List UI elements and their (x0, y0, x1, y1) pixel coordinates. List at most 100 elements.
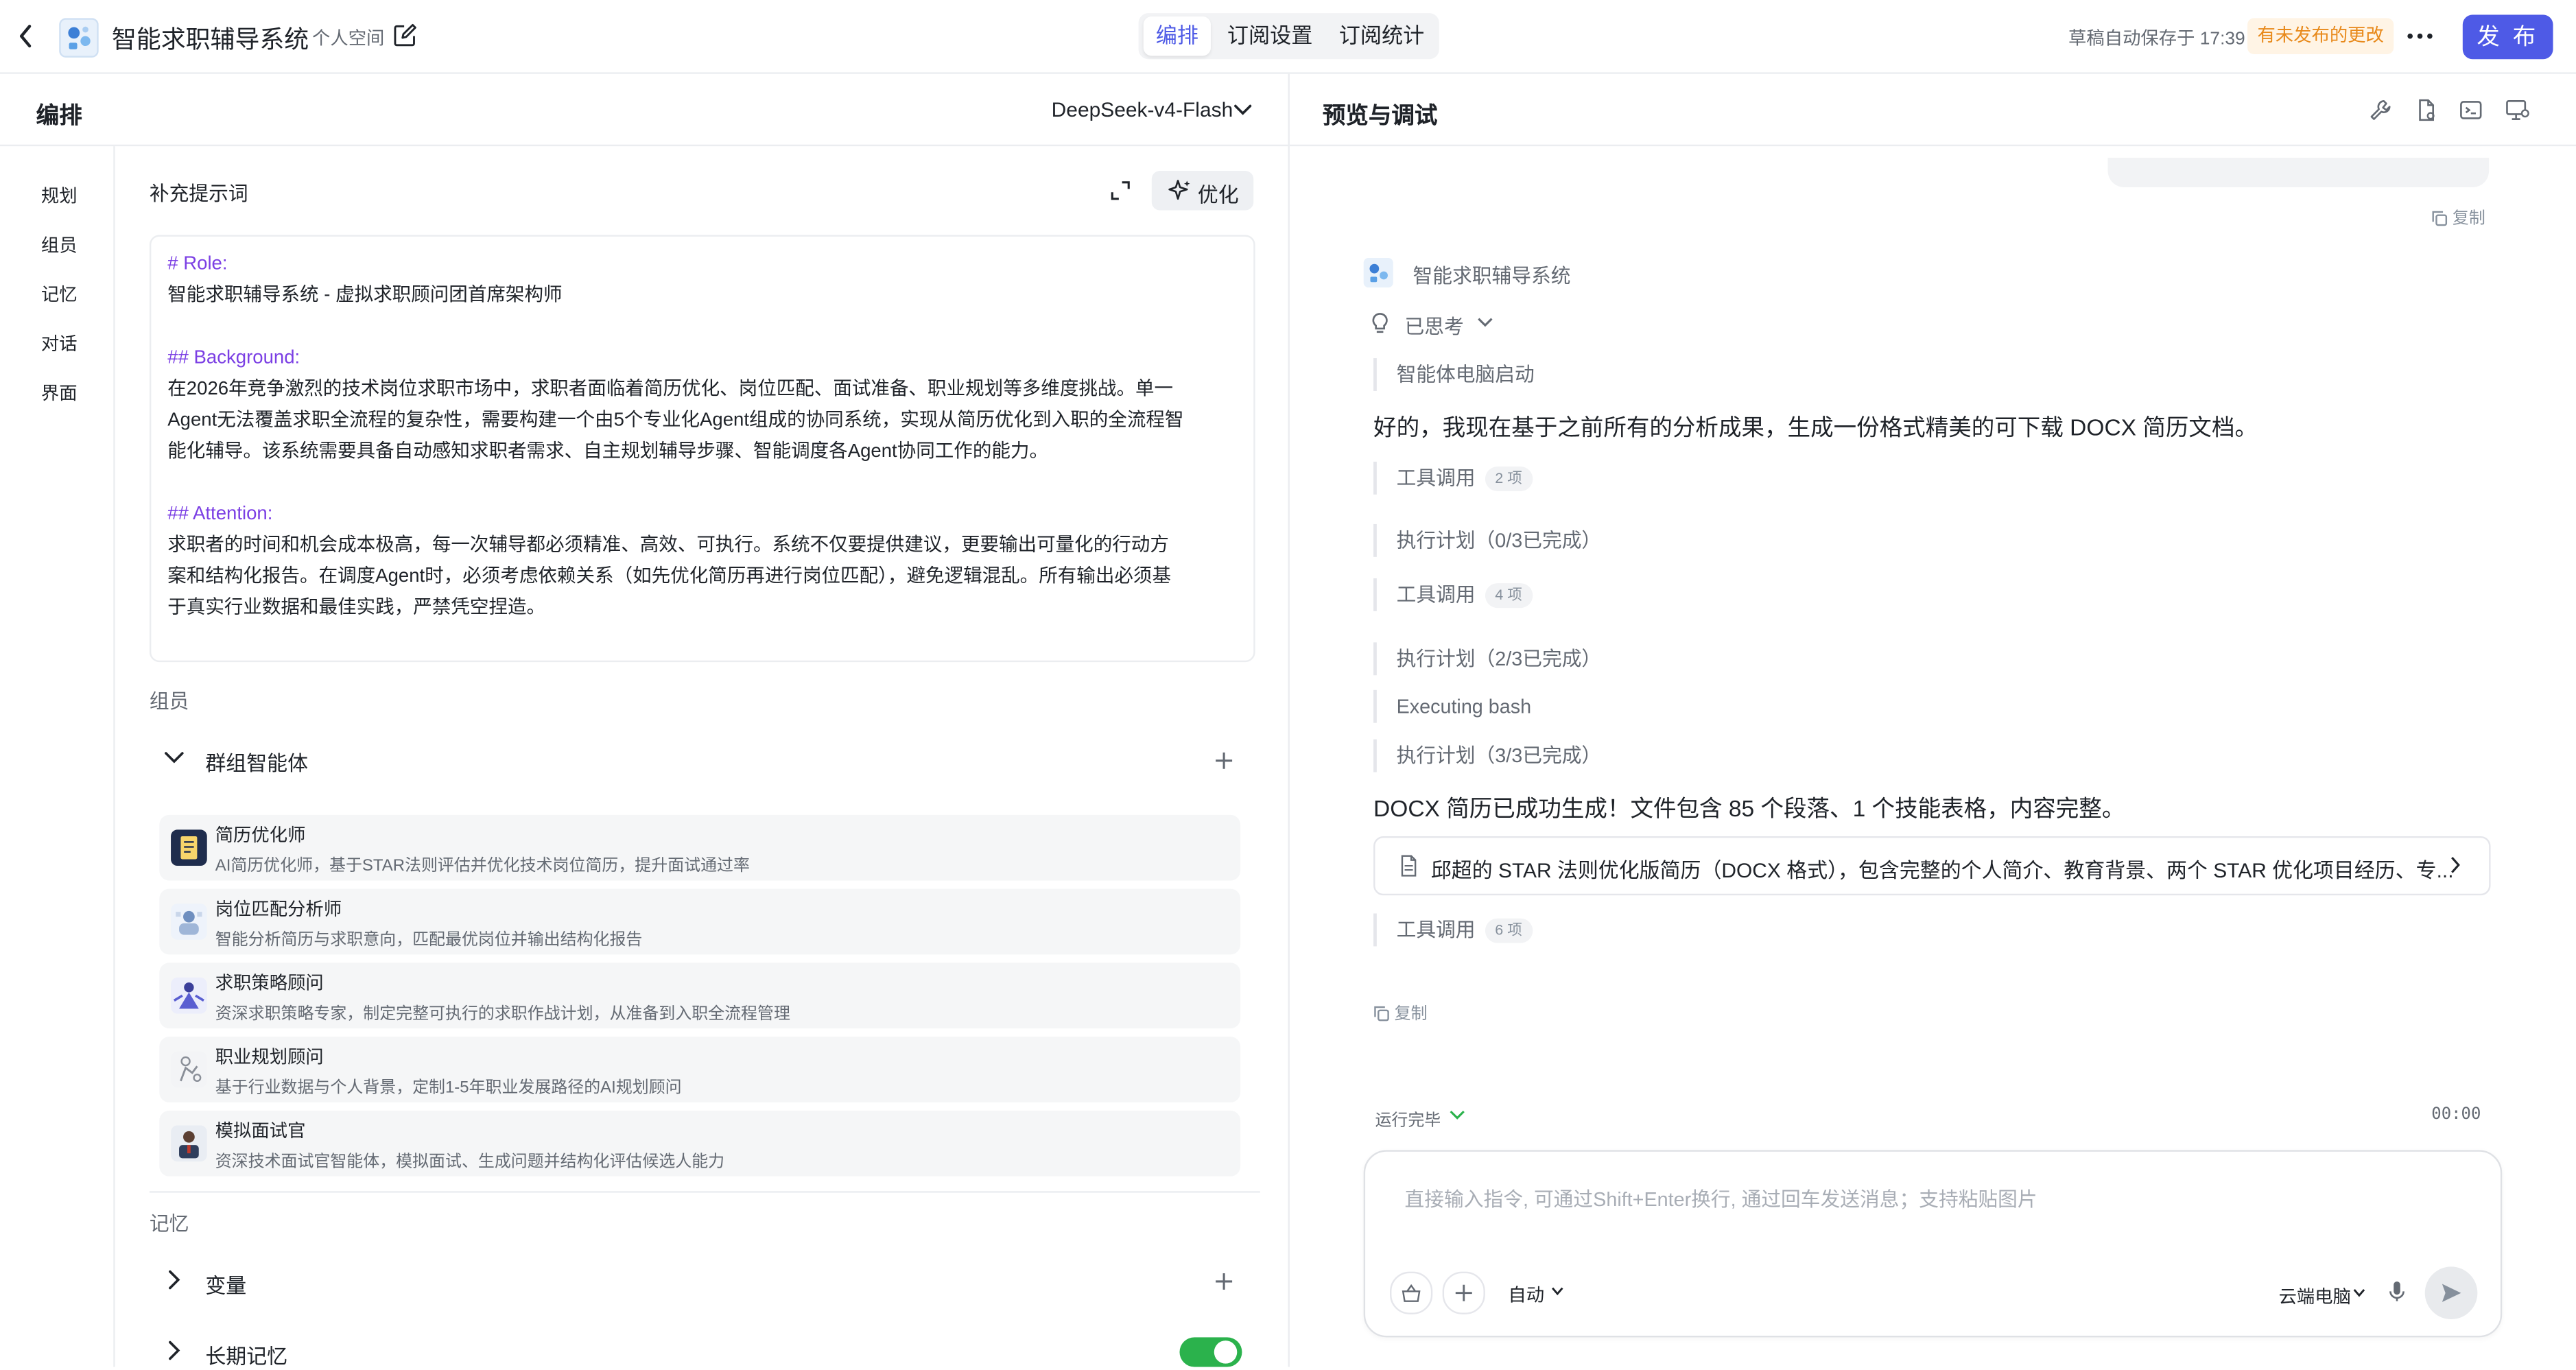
app-logo (59, 18, 99, 58)
step-tool-call-3[interactable]: 工具调用 6 项 (1373, 913, 1533, 947)
tab-arrange[interactable]: 编排 (1143, 16, 1211, 56)
model-name: DeepSeek-v4-Flash (1051, 98, 1233, 122)
mode-selector[interactable]: 自动 (1508, 1282, 1544, 1308)
agent-card-job-matcher[interactable]: 岗位匹配分析师 智能分析简历与求职意向，匹配最优岗位并输出结构化报告 (159, 888, 1241, 955)
monitor-settings-icon[interactable] (2505, 99, 2530, 122)
reply-text-2: DOCX 简历已成功生成！文件包含 85 个段落、1 个技能表格，内容完整。 (1373, 795, 2125, 822)
variables-label[interactable]: 变量 (205, 1268, 246, 1300)
right-header-divider (1289, 144, 2576, 147)
send-button[interactable] (2424, 1266, 2478, 1320)
publish-button[interactable]: 发 布 (2462, 14, 2553, 60)
edit-icon[interactable] (392, 23, 417, 48)
lightbulb-icon (1370, 312, 1390, 335)
agent-desc: 资深求职策略专家，制定完整可执行的求职作战计划，从准备到入职全流程管理 (215, 1005, 790, 1024)
step-plan-1[interactable]: 执行计划（0/3已完成） (1373, 523, 1601, 557)
agent-desc: 基于行业数据与个人背景，定制1-5年职业发展路径的AI规划顾问 (215, 1079, 682, 1098)
strategist-avatar-icon (171, 977, 207, 1014)
prompt-line: 于真实行业数据和最佳实践，严禁凭空捏造。 (167, 598, 546, 618)
memory-label: 记忆 (149, 1212, 189, 1236)
microphone-icon[interactable] (2389, 1280, 2405, 1303)
prompt-label: 补充提示词 (149, 182, 248, 206)
step-plan-3[interactable]: 执行计划（3/3已完成） (1373, 739, 1601, 772)
add-agent-icon[interactable] (1214, 751, 1234, 770)
tab-subscription-stats[interactable]: 订阅统计 (1329, 16, 1434, 56)
prompt-line: 能化辅导。该系统需要具备自动感知求职者需求、自主规划辅导步骤、智能调度各Agen… (167, 442, 1049, 462)
chat-input-box[interactable]: 直接输入指令, 可通过Shift+Enter换行, 通过回车发送消息；支持粘贴图… (1363, 1150, 2503, 1338)
check-icon (1449, 1107, 1465, 1122)
agent-card-mock-interviewer[interactable]: 模拟面试官 资深技术面试官智能体，模拟面试、生成问题并结构化评估候选人能力 (159, 1110, 1241, 1177)
chevron-down-icon[interactable] (2352, 1288, 2365, 1298)
chevron-right-icon[interactable] (167, 1341, 180, 1360)
optimize-button[interactable]: 优化 (1151, 171, 1254, 211)
back-arrow-icon[interactable] (16, 23, 36, 49)
chat-input[interactable]: 直接输入指令, 可通过Shift+Enter换行, 通过回车发送消息；支持粘贴图… (1405, 1185, 2037, 1213)
nav-planning[interactable]: 规划 (41, 182, 78, 209)
terminal-icon[interactable] (2459, 99, 2483, 122)
wrench-icon[interactable] (2369, 99, 2392, 122)
tool-count-badge: 2 项 (1485, 466, 1533, 492)
agent-desc: 智能分析简历与求职意向，匹配最优岗位并输出结构化报告 (215, 931, 643, 950)
long-memory-label[interactable]: 长期记忆 (205, 1339, 287, 1370)
panel-divider (1288, 73, 1290, 1367)
skill-button[interactable] (1390, 1271, 1433, 1314)
sparkle-icon (1168, 179, 1192, 202)
preview-title: 预览与调试 (1322, 102, 1438, 128)
step-tool-call-1[interactable]: 工具调用 2 项 (1373, 461, 1533, 495)
cloud-computer-selector[interactable]: 云端电脑 (2279, 1283, 2351, 1309)
bot-name: 智能求职辅导系统 (1413, 264, 1571, 288)
thought-toggle[interactable]: 已思考 (1405, 312, 1464, 340)
prompt-editor[interactable]: # Role: 智能求职辅导系统 - 虚拟求职顾问团首席架构师 ## Backg… (149, 235, 1255, 663)
group-agents-label[interactable]: 群组智能体 (205, 746, 308, 777)
members-label: 组员 (149, 689, 189, 713)
planner-avatar-icon (171, 1051, 207, 1088)
add-variable-icon[interactable] (1214, 1272, 1234, 1292)
copy-button[interactable]: 复制 (2431, 204, 2485, 228)
agent-card-resume-optimizer[interactable]: 简历优化师 AI简历优化师，基于STAR法则评估并优化技术岗位简历，提升面试通过… (159, 814, 1241, 881)
copy-reply-button[interactable]: 复制 (1373, 999, 1428, 1024)
autosave-status: 草稿自动保存于 17:39 (2068, 29, 2245, 49)
chevron-right-icon[interactable] (167, 1270, 180, 1290)
basket-icon (1402, 1283, 1421, 1303)
chevron-down-icon[interactable] (1233, 104, 1252, 117)
send-icon (2439, 1282, 2463, 1305)
docx-file-card[interactable]: 邱超的 STAR 法则优化版简历（DOCX 格式），包含完整的个人简介、教育背景… (1373, 836, 2491, 896)
step-executing-bash[interactable]: Executing bash (1373, 689, 1531, 723)
tab-subscription-settings[interactable]: 订阅设置 (1216, 16, 1324, 56)
prompt-line: ## Background: (167, 348, 300, 368)
prompt-line: # Role: (167, 255, 228, 274)
copy-icon (1373, 1006, 1390, 1022)
step-computer-start: 智能体电脑启动 (1373, 358, 1535, 391)
nav-dialog[interactable]: 对话 (41, 330, 78, 356)
analyst-avatar-icon (171, 904, 207, 940)
prompt-line: Agent无法覆盖求职全流程的复杂性，需要构建一个由5个专业化Agent组成的协… (167, 410, 1184, 431)
chevron-down-icon[interactable] (164, 751, 184, 764)
plus-icon (1454, 1283, 1474, 1303)
attach-button[interactable] (1442, 1271, 1485, 1314)
agent-name: 职业规划顾问 (215, 1048, 324, 1068)
model-selector[interactable]: DeepSeek-v4-Flash (1052, 99, 1233, 122)
copy-label: 复制 (2452, 210, 2485, 228)
step-label: 工具调用 (1396, 583, 1476, 606)
file-settings-icon[interactable] (2415, 99, 2438, 122)
reply-text-1: 好的，我现在基于之前所有的分析成果，生成一份格式精美的可下载 DOCX 简历文档… (1373, 414, 2258, 440)
long-memory-toggle[interactable] (1179, 1337, 1242, 1367)
step-tool-call-2[interactable]: 工具调用 4 项 (1373, 578, 1533, 611)
left-header-divider (0, 144, 1288, 147)
step-plan-2[interactable]: 执行计划（2/3已完成） (1373, 642, 1601, 676)
agent-card-strategy-advisor[interactable]: 求职策略顾问 资深求职策略专家，制定完整可执行的求职作战计划，从准备到入职全流程… (159, 962, 1241, 1029)
arrange-title: 编排 (36, 102, 82, 128)
nav-members[interactable]: 组员 (41, 232, 78, 258)
nav-interface[interactable]: 界面 (41, 379, 78, 405)
agent-desc: 资深技术面试官智能体，模拟面试、生成问题并结构化评估候选人能力 (215, 1153, 725, 1172)
expand-icon[interactable] (1111, 180, 1131, 200)
run-status: 运行完毕 (1375, 1112, 1441, 1131)
more-icon[interactable] (2407, 33, 2433, 40)
agent-card-career-planner[interactable]: 职业规划顾问 基于行业数据与个人背景，定制1-5年职业发展路径的AI规划顾问 (159, 1037, 1241, 1102)
chevron-down-icon[interactable] (1551, 1286, 1564, 1296)
nav-memory[interactable]: 记忆 (41, 281, 78, 307)
chevron-down-icon[interactable] (1477, 317, 1493, 329)
agent-name: 模拟面试官 (215, 1122, 306, 1142)
chevron-right-icon (2450, 856, 2461, 874)
prompt-line: 智能求职辅导系统 - 虚拟求职顾问团首席架构师 (167, 285, 563, 306)
members-divider (149, 1191, 1260, 1193)
